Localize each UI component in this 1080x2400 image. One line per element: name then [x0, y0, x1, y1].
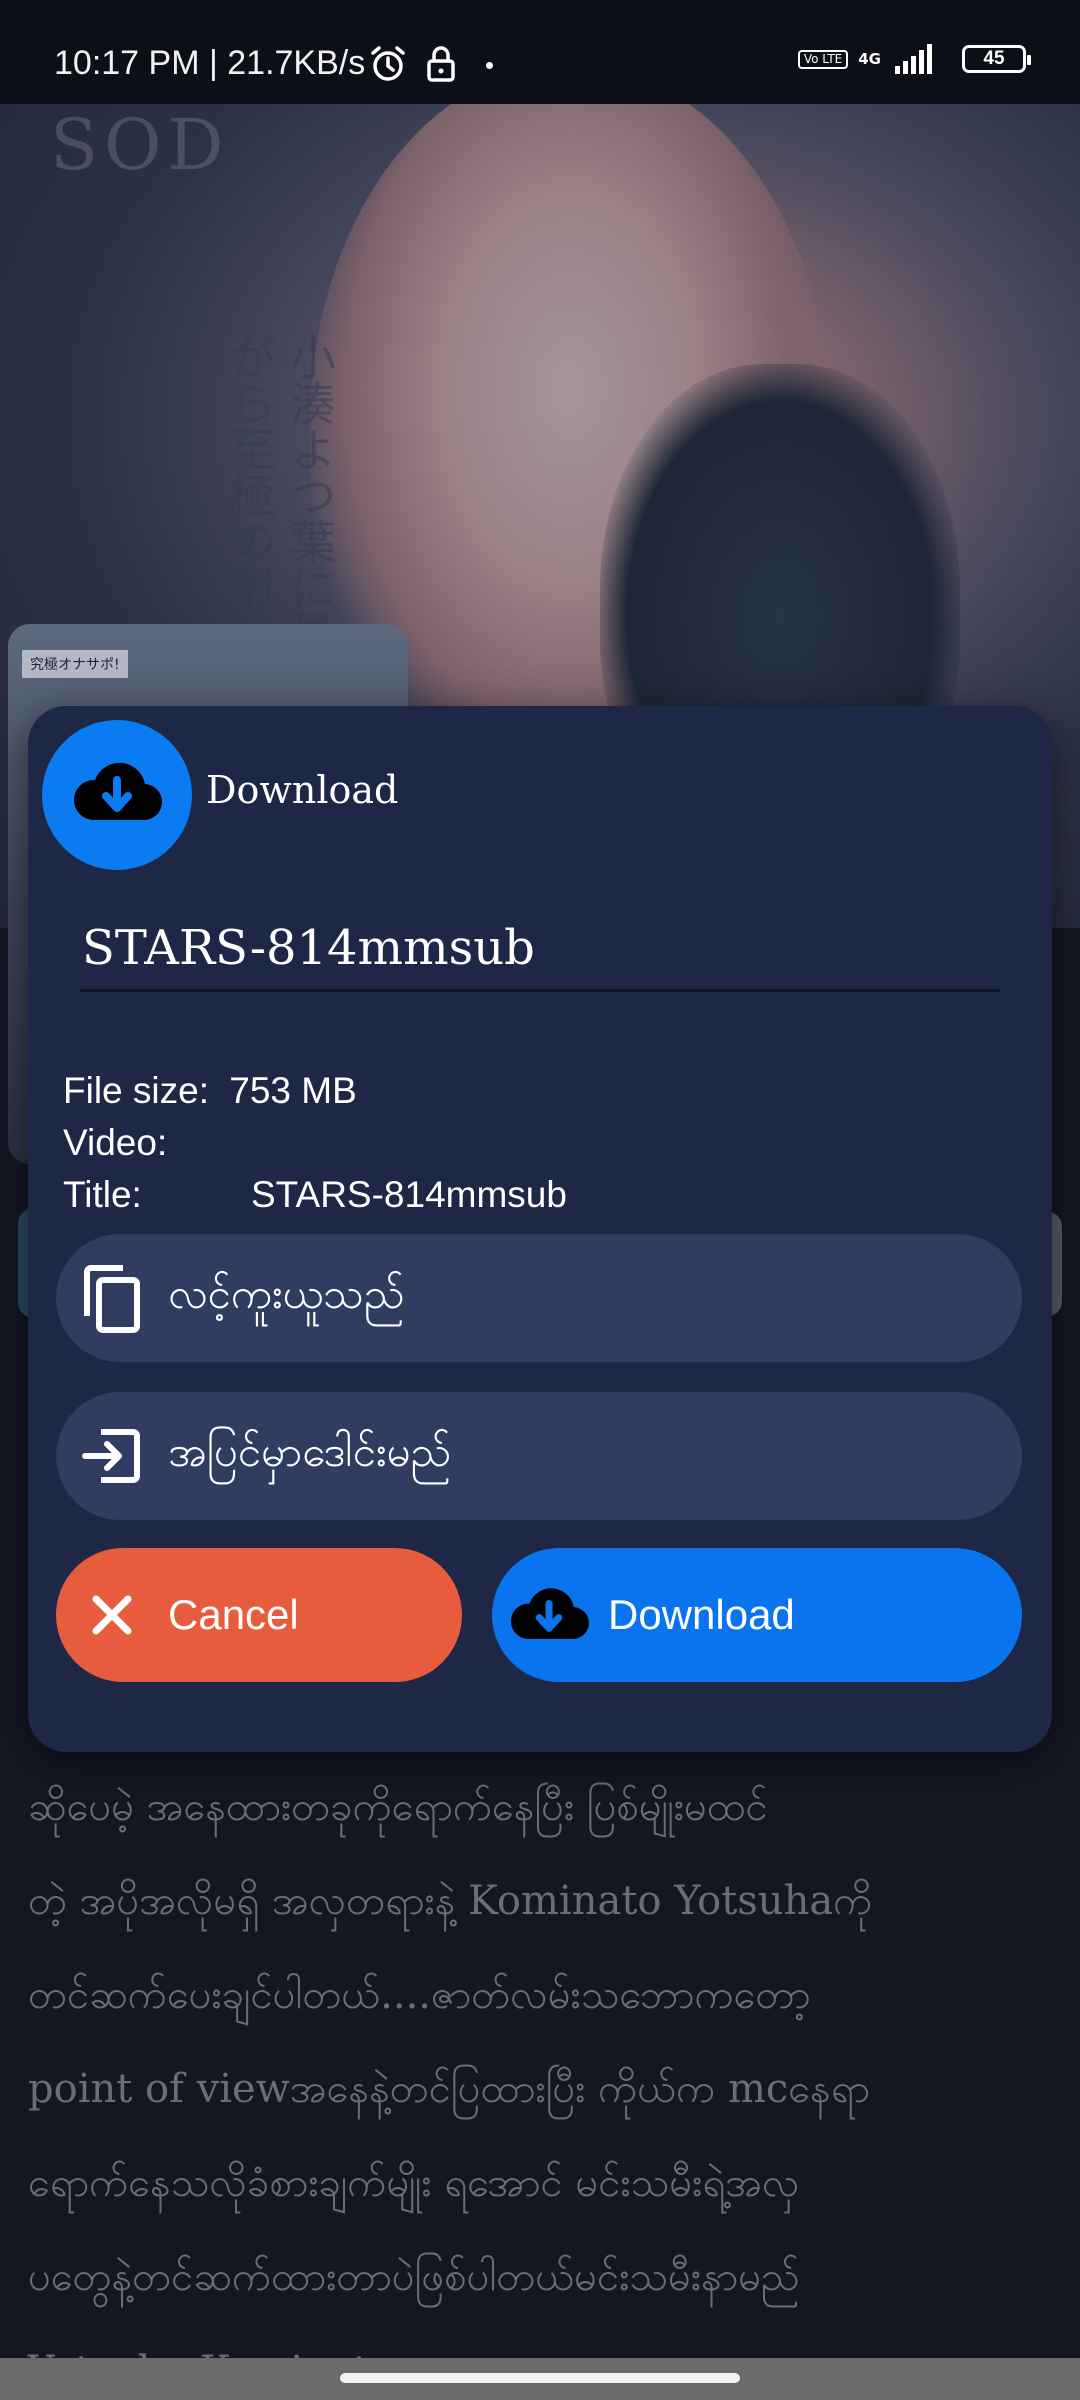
title-row: Title: STARS-814mmsub — [63, 1174, 963, 1216]
title-label: Title: — [63, 1174, 142, 1215]
open-external-label: အပြင်မှာဒေါင်းမည် — [168, 1427, 452, 1476]
open-external-button[interactable]: အပြင်မှာဒေါင်းမည် — [56, 1392, 1022, 1520]
video-label: Video: — [63, 1122, 168, 1163]
signal-icon — [895, 44, 932, 74]
thumbnail-badge: 究極オナサポ! — [22, 650, 128, 678]
cloud-download-icon — [506, 1584, 592, 1646]
copy-link-label: လင့်ကူးယူသည် — [168, 1269, 405, 1318]
dialog-header-icon — [42, 720, 192, 870]
close-icon — [90, 1593, 134, 1637]
file-size-label: File size: — [63, 1070, 209, 1111]
volte-icon: Vo LTE — [797, 49, 849, 69]
download-dialog: Download File size: 753 MB Video: Title:… — [28, 706, 1052, 1752]
movie-description: ဆိုပေမဲ့ အနေထားတခုကိုရောက်နေပြီး ပြစ်မျိ… — [28, 1784, 873, 2394]
open-external-icon — [78, 1423, 144, 1489]
copy-icon — [78, 1265, 144, 1333]
alarm-icon — [368, 44, 408, 88]
download-button[interactable]: Download — [492, 1548, 1022, 1682]
cancel-label: Cancel — [168, 1591, 299, 1638]
status-bar: 10:17 PM | 21.7KB/s Vo LTE 4G 45 — [0, 0, 1080, 104]
video-row: Video: — [63, 1122, 167, 1164]
copy-link-button[interactable]: လင့်ကူးယူသည် — [56, 1234, 1022, 1362]
file-size-value: 753 MB — [229, 1070, 357, 1111]
lock-icon — [424, 44, 458, 88]
dot-icon — [486, 62, 493, 69]
cloud-download-icon — [69, 758, 165, 832]
dialog-title: Download — [206, 768, 399, 812]
cancel-button[interactable]: Cancel — [56, 1548, 462, 1682]
download-label: Download — [608, 1591, 795, 1638]
battery-icon: 45 — [962, 45, 1031, 73]
filename-input[interactable] — [80, 906, 1000, 992]
status-time: 10:17 PM | 21.7KB/s — [54, 44, 366, 82]
status-right: Vo LTE 4G 45 — [797, 44, 1031, 74]
network-type: 4G — [858, 50, 881, 68]
home-gesture-bar[interactable] — [340, 2373, 740, 2383]
file-size-row: File size: 753 MB — [63, 1070, 357, 1112]
title-value: STARS-814mmsub — [251, 1174, 567, 1215]
